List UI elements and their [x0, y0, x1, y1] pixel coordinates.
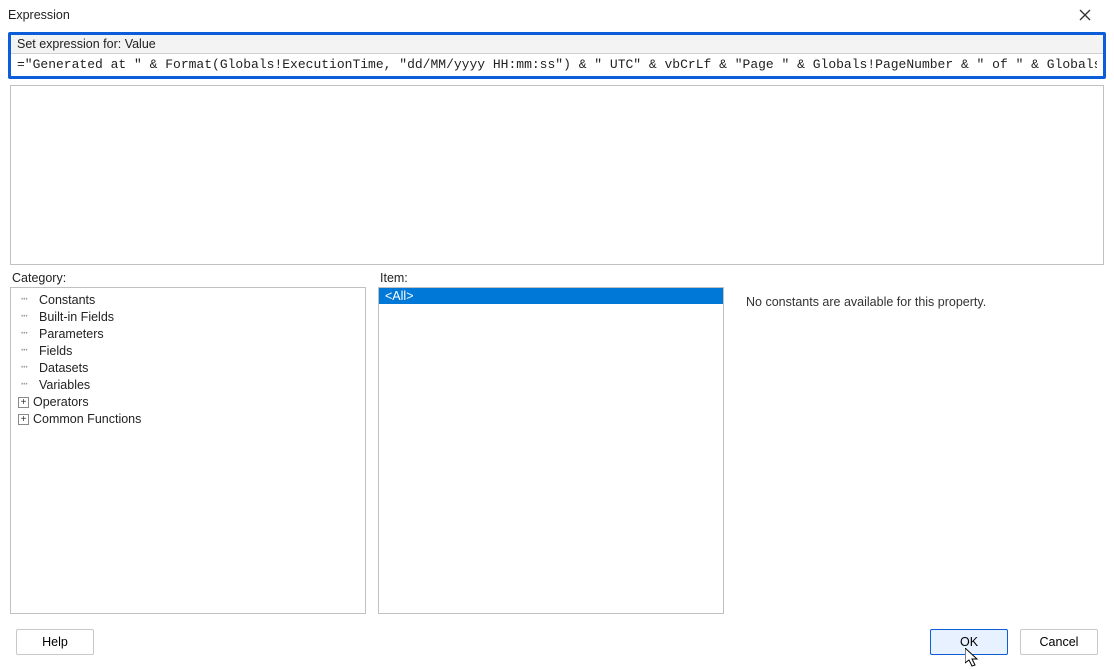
category-label: Category: [10, 271, 366, 285]
expression-input[interactable] [11, 54, 1103, 76]
tree-connector-icon: ⋯ [21, 309, 39, 326]
description-panel: No constants are available for this prop… [736, 271, 1104, 614]
item-panel: Item: <All> [378, 271, 724, 614]
category-tree-item[interactable]: ⋯Parameters [15, 326, 361, 343]
dialog-content: Set expression for: Value Category: ⋯Con… [0, 30, 1114, 622]
expression-editor-area[interactable] [10, 85, 1104, 265]
category-tree-item-label: Constants [39, 292, 95, 309]
category-tree-item-label: Common Functions [33, 411, 141, 428]
tree-connector-icon: ⋯ [21, 377, 39, 394]
category-tree-item[interactable]: ⋯Built-in Fields [15, 309, 361, 326]
tree-expander-icon[interactable]: + [18, 414, 29, 425]
category-tree-item-label: Operators [33, 394, 89, 411]
dialog-titlebar: Expression [0, 0, 1114, 30]
category-panel: Category: ⋯Constants⋯Built-in Fields⋯Par… [10, 271, 366, 614]
category-tree-item-label: Parameters [39, 326, 104, 343]
lower-panels: Category: ⋯Constants⋯Built-in Fields⋯Par… [8, 271, 1106, 618]
description-text: No constants are available for this prop… [736, 287, 1104, 317]
ok-button[interactable]: OK [930, 629, 1008, 655]
description-box: No constants are available for this prop… [736, 287, 1104, 614]
item-list: <All> [379, 288, 723, 304]
close-icon [1079, 9, 1091, 21]
category-tree-item-label: Fields [39, 343, 72, 360]
category-tree-item-label: Built-in Fields [39, 309, 114, 326]
category-tree: ⋯Constants⋯Built-in Fields⋯Parameters⋯Fi… [11, 288, 365, 432]
category-tree-item[interactable]: ⋯Datasets [15, 360, 361, 377]
tree-connector-icon: ⋯ [21, 360, 39, 377]
category-tree-item[interactable]: + Common Functions [15, 411, 361, 428]
category-tree-item[interactable]: + Operators [15, 394, 361, 411]
close-button[interactable] [1064, 2, 1106, 28]
dialog-title: Expression [8, 8, 1064, 22]
item-label: Item: [378, 271, 724, 285]
expression-dialog: Expression Set expression for: Value Cat… [0, 0, 1114, 670]
tree-expander-icon[interactable]: + [18, 397, 29, 408]
item-list-row[interactable]: <All> [379, 288, 723, 304]
category-tree-item-label: Variables [39, 377, 90, 394]
expression-header: Set expression for: Value [11, 35, 1103, 54]
category-tree-item[interactable]: ⋯Constants [15, 292, 361, 309]
tree-connector-icon: ⋯ [21, 292, 39, 309]
tree-connector-icon: ⋯ [21, 326, 39, 343]
item-box[interactable]: <All> [378, 287, 724, 614]
dialog-footer: Help OK Cancel [0, 622, 1114, 670]
expression-group: Set expression for: Value [8, 32, 1106, 79]
tree-connector-icon: ⋯ [21, 343, 39, 360]
help-button[interactable]: Help [16, 629, 94, 655]
cancel-button[interactable]: Cancel [1020, 629, 1098, 655]
expression-body [11, 54, 1103, 76]
category-tree-item-label: Datasets [39, 360, 88, 377]
description-label-spacer [736, 271, 1104, 285]
category-tree-item[interactable]: ⋯Variables [15, 377, 361, 394]
category-box[interactable]: ⋯Constants⋯Built-in Fields⋯Parameters⋯Fi… [10, 287, 366, 614]
category-tree-item[interactable]: ⋯Fields [15, 343, 361, 360]
